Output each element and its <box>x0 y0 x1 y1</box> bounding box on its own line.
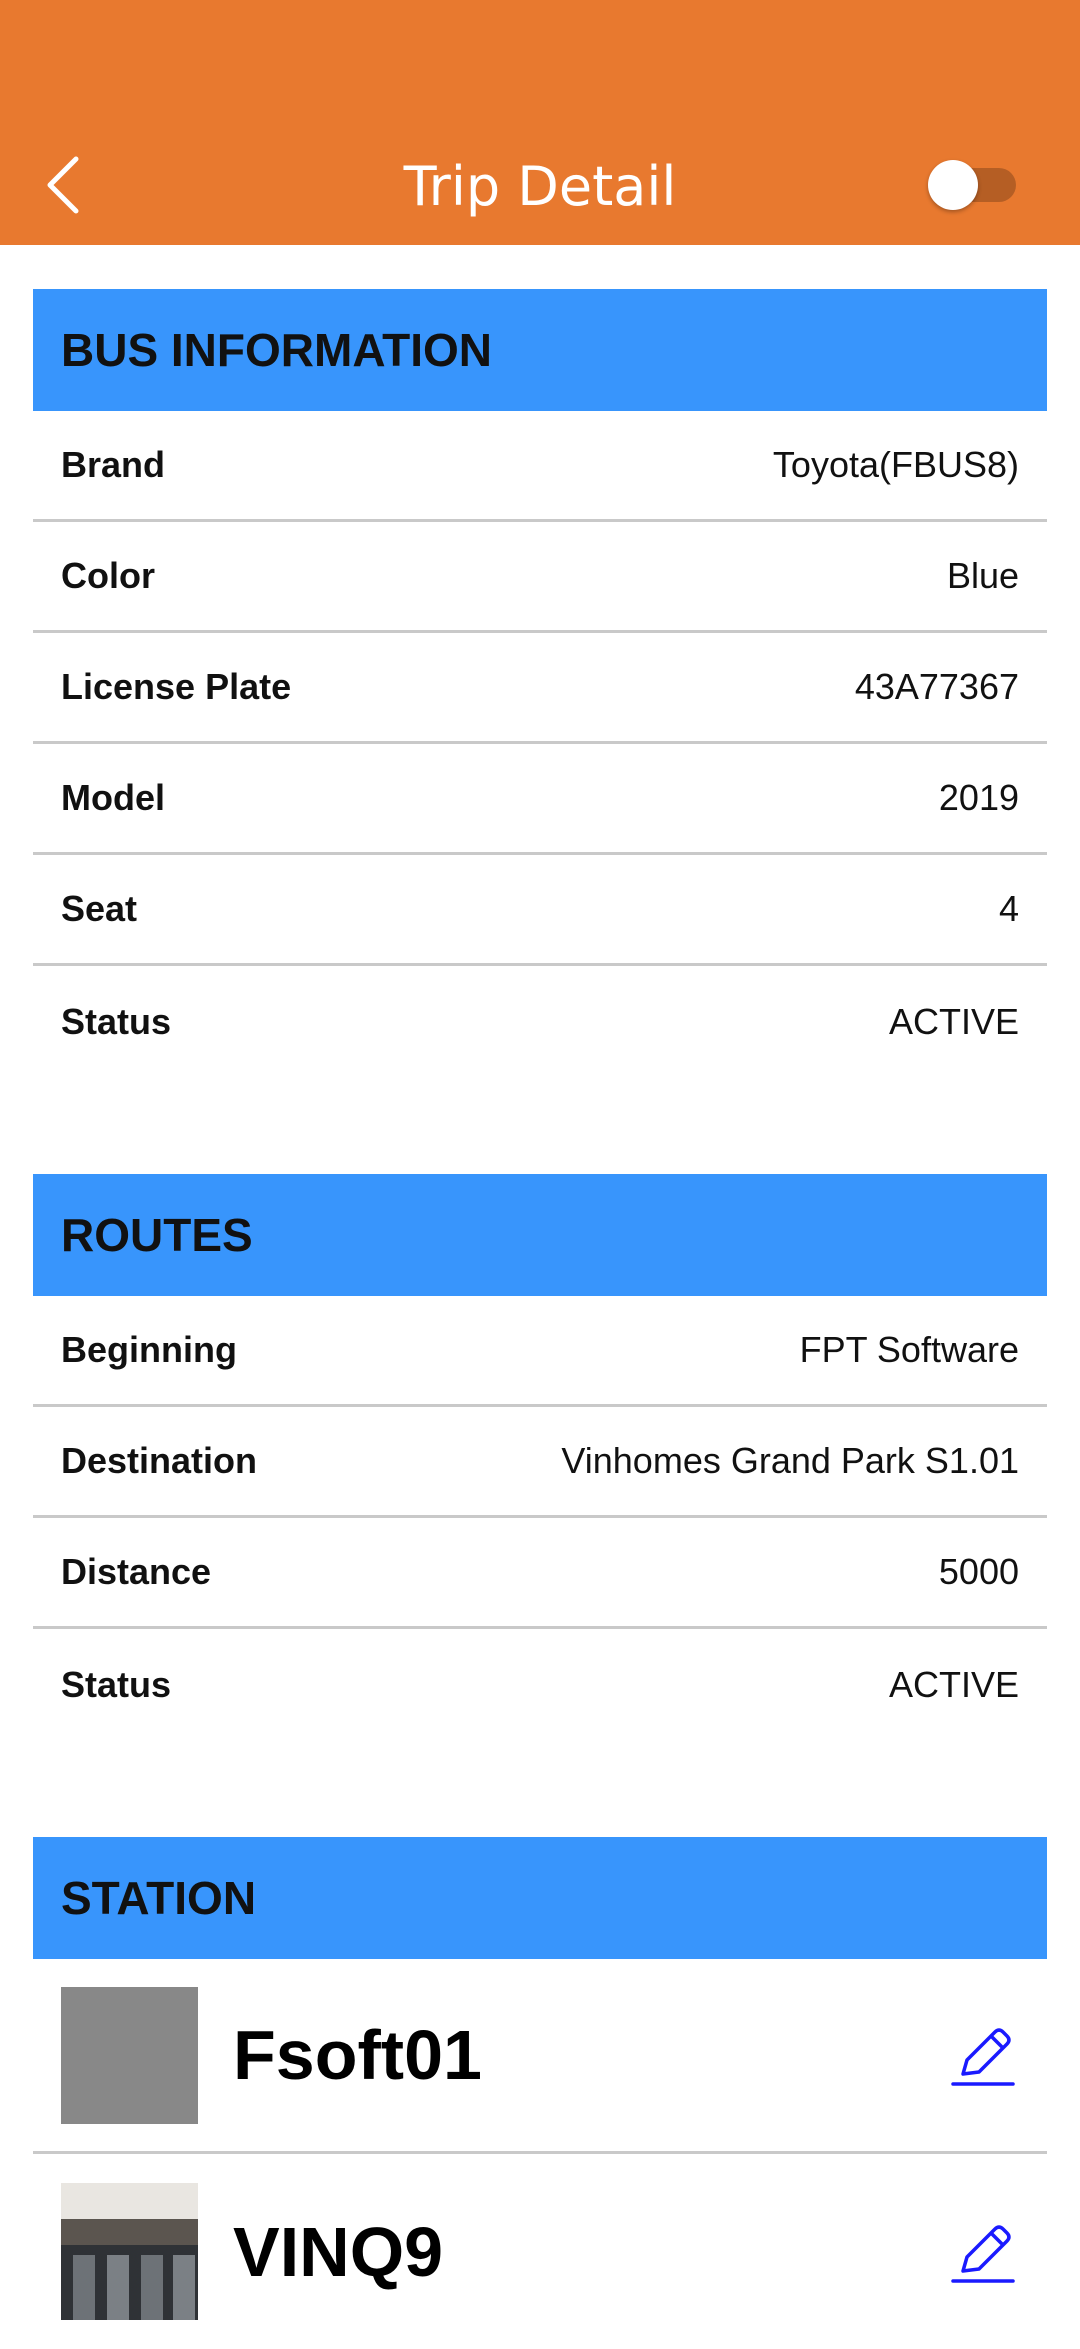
station-photo <box>61 2183 198 2320</box>
routes-header: ROUTES <box>33 1174 1047 1296</box>
row-label: Status <box>61 1000 172 1042</box>
row-label: Distance <box>61 1551 212 1592</box>
row-value: Toyota(FBUS8) <box>772 444 1019 485</box>
page-title: Trip Detail <box>403 155 677 218</box>
trip-detail-content: BUS INFORMATION Brand Toyota(FBUS8) Colo… <box>33 289 1047 2349</box>
station-name: Fsoft01 <box>233 2016 482 2094</box>
bus-info-row-license-plate: License Plate 43A77367 <box>33 633 1047 744</box>
header-toggle-switch[interactable] <box>928 160 1018 210</box>
bus-information-header: BUS INFORMATION <box>33 289 1047 411</box>
toggle-thumb <box>928 160 978 210</box>
route-row-status: Status ACTIVE <box>33 1629 1047 1740</box>
row-value: 2019 <box>938 777 1019 818</box>
bus-info-row-status: Status ACTIVE <box>33 966 1047 1077</box>
row-value: 43A77367 <box>854 666 1019 707</box>
station-thumbnail <box>61 1986 198 2124</box>
row-value: Blue <box>946 555 1019 596</box>
route-row-beginning: Beginning FPT Software <box>33 1296 1047 1407</box>
station-header: STATION <box>33 1837 1047 1959</box>
row-value: ACTIVE <box>888 1663 1019 1705</box>
bus-info-row-brand: Brand Toyota(FBUS8) <box>33 411 1047 522</box>
row-label: License Plate <box>61 666 292 707</box>
row-label: Model <box>61 777 165 818</box>
station-item[interactable]: Fsoft01 <box>33 1959 1047 2154</box>
pencil-icon <box>951 2028 1015 2086</box>
row-value: Vinhomes Grand Park S1.01 <box>561 1440 1019 1481</box>
bus-info-row-seat: Seat 4 <box>33 855 1047 966</box>
row-value: ACTIVE <box>888 1000 1019 1042</box>
row-label: Destination <box>61 1440 258 1481</box>
edit-station-button[interactable] <box>949 2020 1019 2090</box>
row-label: Seat <box>61 888 138 929</box>
row-label: Status <box>61 1663 172 1705</box>
row-value: FPT Software <box>799 1329 1019 1370</box>
pencil-icon <box>951 2224 1015 2283</box>
station-item[interactable]: VINQ9 <box>33 2154 1047 2349</box>
route-row-distance: Distance 5000 <box>33 1518 1047 1629</box>
bus-info-row-model: Model 2019 <box>33 744 1047 855</box>
route-row-destination: Destination Vinhomes Grand Park S1.01 <box>33 1407 1047 1518</box>
row-label: Beginning <box>61 1329 237 1370</box>
bus-info-row-color: Color Blue <box>33 522 1047 633</box>
row-label: Brand <box>61 444 166 485</box>
edit-station-button[interactable] <box>949 2217 1019 2287</box>
row-label: Color <box>61 555 155 596</box>
row-value: 5000 <box>938 1551 1019 1592</box>
row-value: 4 <box>998 888 1019 929</box>
app-header: Trip Detail <box>0 0 1080 245</box>
